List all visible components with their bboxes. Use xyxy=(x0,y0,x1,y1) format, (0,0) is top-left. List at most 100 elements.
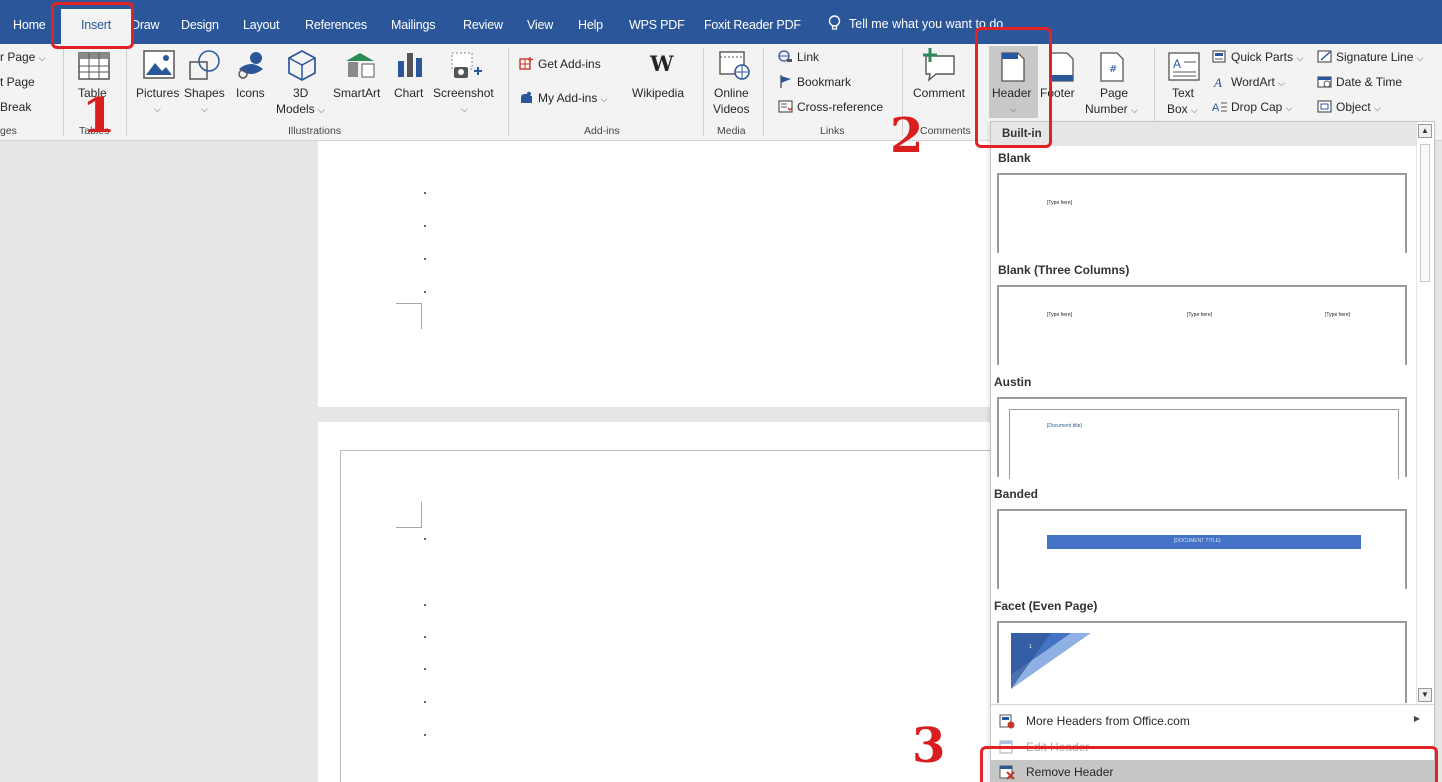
wordart-button[interactable]: A WordArt ⌵ xyxy=(1212,75,1285,91)
paragraph-mark xyxy=(424,538,426,540)
tab-help[interactable]: Help xyxy=(578,18,603,32)
bar-chart-icon xyxy=(398,53,422,77)
tab-foxit-reader-pdf[interactable]: Foxit Reader PDF xyxy=(704,18,801,32)
drop-cap-button[interactable]: A Drop Cap ⌵ xyxy=(1212,100,1293,116)
scrollbar-thumb[interactable] xyxy=(1420,144,1430,282)
signature-line-icon xyxy=(1317,50,1332,63)
cover-page-button[interactable]: r Page ⌵ xyxy=(0,50,46,66)
gallery-item-austin[interactable]: [Document title] xyxy=(997,397,1407,479)
document-page-1[interactable] xyxy=(318,141,990,407)
store-icon xyxy=(519,57,533,70)
page-number-icon: # xyxy=(1100,52,1124,82)
annotation-step-2: 2 xyxy=(890,108,924,164)
group-links-label: Links xyxy=(820,125,845,137)
thumbnail-placeholder: [Type here] xyxy=(1047,200,1073,206)
submenu-arrow-icon: ▶ xyxy=(1413,714,1420,723)
paragraph-mark xyxy=(424,225,426,227)
svg-text:A: A xyxy=(1213,75,1222,88)
quick-parts-button[interactable]: Quick Parts ⌵ xyxy=(1212,50,1303,66)
signature-line-label: Signature Line xyxy=(1336,50,1414,64)
link-icon xyxy=(778,50,792,62)
gallery-item-blank-label: Blank xyxy=(998,151,1031,165)
annotation-step-3: 3 xyxy=(912,718,946,774)
bookmark-label: Bookmark xyxy=(797,75,852,89)
date-time-button[interactable]: Date & Time xyxy=(1317,75,1402,90)
austin-inner-border xyxy=(1009,409,1399,479)
menu-separator xyxy=(991,704,1434,705)
3d-label: 3D xyxy=(293,86,309,100)
thumbnail-placeholder: [DOCUMENT TITLE] xyxy=(1174,538,1221,544)
blank-page-button[interactable]: t Page xyxy=(0,75,35,90)
addin-icon xyxy=(521,91,532,103)
divider xyxy=(508,48,509,136)
cross-reference-button[interactable]: Cross-reference xyxy=(778,100,883,115)
more-headers-label: More Headers from Office.com xyxy=(1026,714,1190,728)
thumbnail-placeholder: [Type here] xyxy=(1047,312,1073,318)
office-online-icon xyxy=(999,714,1015,729)
page-label: Page xyxy=(1100,86,1129,100)
tab-layout[interactable]: Layout xyxy=(243,18,280,32)
cross-reference-icon xyxy=(778,100,793,113)
thumbnail-placeholder: [Document title] xyxy=(1047,423,1082,429)
crop-mark xyxy=(396,303,422,329)
object-label: Object xyxy=(1336,100,1371,114)
smartart-label: SmartArt xyxy=(333,86,381,100)
my-addins-button[interactable]: My Add-ins ⌵ xyxy=(519,91,608,107)
picture-icon xyxy=(143,50,175,79)
box-label: Box ⌵ xyxy=(1167,102,1198,116)
annotation-box-header-button xyxy=(975,27,1052,148)
tab-design[interactable]: Design xyxy=(181,18,219,32)
link-label: Link xyxy=(797,50,820,64)
quick-parts-label: Quick Parts xyxy=(1231,50,1294,64)
gallery-item-blank-three-columns-label: Blank (Three Columns) xyxy=(998,263,1130,277)
box-text: Box xyxy=(1167,102,1188,116)
divider xyxy=(126,48,127,136)
gallery-item-banded[interactable]: [DOCUMENT TITLE] xyxy=(997,509,1407,589)
models-label: Models ⌵ xyxy=(276,102,325,116)
icons-icon xyxy=(238,52,263,79)
tab-view[interactable]: View xyxy=(527,18,553,32)
my-addins-label: My Add-ins xyxy=(538,91,598,105)
table-icon xyxy=(78,52,110,80)
link-button[interactable]: Link xyxy=(778,50,819,65)
scroll-up-arrow-icon[interactable]: ▲ xyxy=(1418,124,1432,138)
object-button[interactable]: Object ⌵ xyxy=(1317,100,1381,116)
chart-label: Chart xyxy=(394,86,424,100)
tab-mailings[interactable]: Mailings xyxy=(391,18,435,32)
icons-label: Icons xyxy=(236,86,265,100)
divider xyxy=(63,48,64,136)
paragraph-mark xyxy=(424,734,426,736)
more-headers-menu-item[interactable]: More Headers from Office.com ▶ xyxy=(991,709,1434,733)
tab-draw[interactable]: Draw xyxy=(131,18,160,32)
bookmark-button[interactable]: Bookmark xyxy=(778,75,851,90)
date-time-label: Date & Time xyxy=(1336,75,1403,89)
paragraph-mark xyxy=(424,701,426,703)
gallery-item-facet-even-page[interactable]: 1 xyxy=(997,621,1407,703)
gallery-item-blank-three-columns[interactable]: [Type here] [Type here] [Type here] xyxy=(997,285,1407,365)
tab-home[interactable]: Home xyxy=(13,18,46,32)
gallery-item-facet-even-page-label: Facet (Even Page) xyxy=(994,599,1098,613)
object-icon xyxy=(1317,100,1332,113)
annotation-box-remove-header xyxy=(980,746,1438,782)
svg-text:A: A xyxy=(1212,102,1220,113)
text-box-icon: A xyxy=(1168,52,1200,81)
document-page-2[interactable] xyxy=(318,422,1000,782)
signature-line-button[interactable]: Signature Line ⌵ xyxy=(1317,50,1424,66)
wordart-icon: A xyxy=(1213,75,1222,88)
get-addins-button[interactable]: Get Add-ins xyxy=(519,57,601,72)
thumbnail-placeholder: [Type here] xyxy=(1187,312,1213,318)
wikipedia-label: Wikipedia xyxy=(632,86,685,100)
wikipedia-icon: W xyxy=(650,51,674,76)
page-break-button[interactable]: Break xyxy=(0,100,31,115)
calendar-icon xyxy=(1317,76,1332,88)
paragraph-mark xyxy=(424,636,426,638)
header-gallery-dropdown: Built-in ▲ ▼ Blank [Type here] Blank (Th… xyxy=(990,121,1435,782)
pictures-dropdown-icon: ⌵ xyxy=(154,104,161,114)
tab-review[interactable]: Review xyxy=(463,18,503,32)
number-label: Number ⌵ xyxy=(1085,102,1138,116)
models-text: Models xyxy=(276,102,315,116)
scroll-down-arrow-icon[interactable]: ▼ xyxy=(1418,688,1432,702)
gallery-item-blank[interactable]: [Type here] xyxy=(997,173,1407,253)
tab-wps-pdf[interactable]: WPS PDF xyxy=(629,18,685,32)
tab-references[interactable]: References xyxy=(305,18,367,32)
